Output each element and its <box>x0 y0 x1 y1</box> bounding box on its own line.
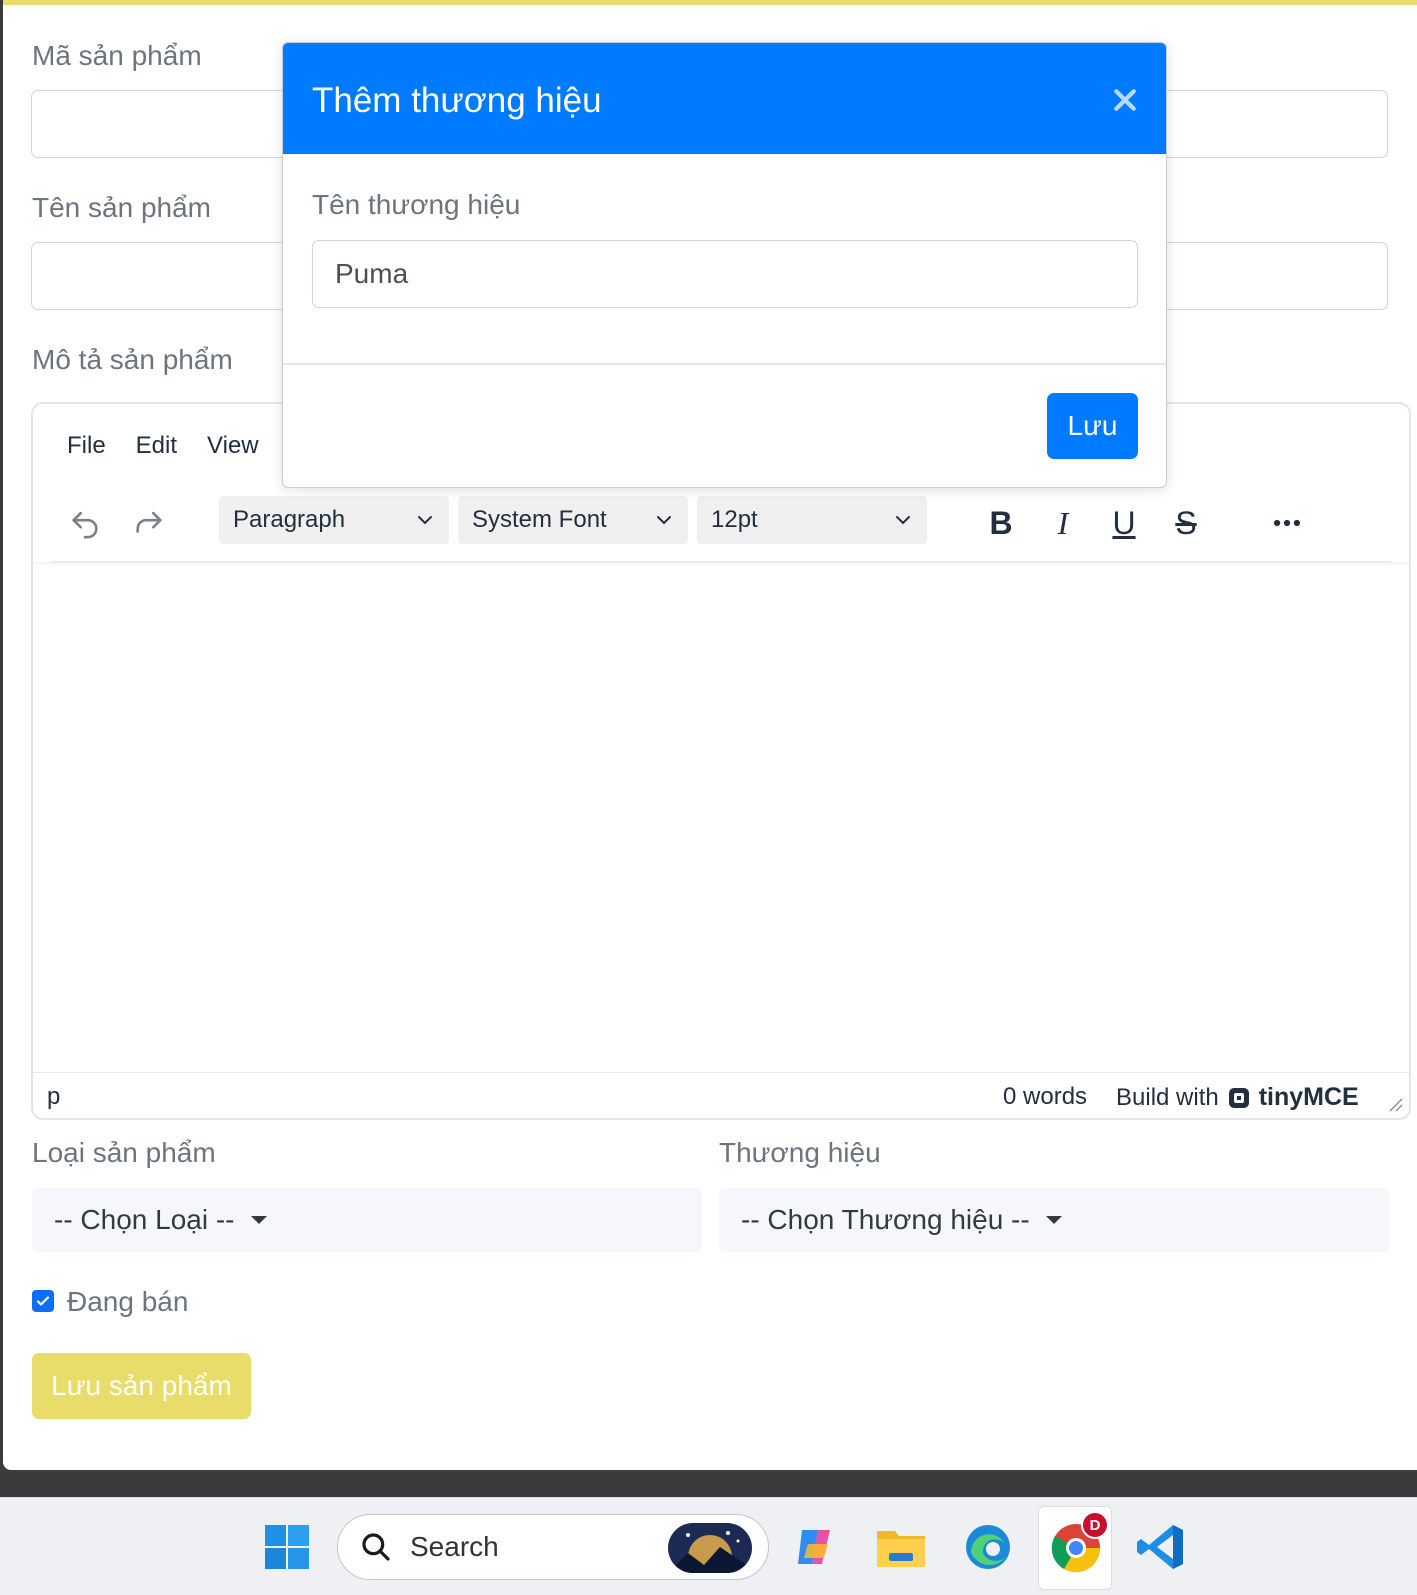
save-product-button[interactable]: Lưu sản phẩm <box>32 1353 251 1419</box>
search-highlight-art-icon <box>668 1523 752 1573</box>
modal-save-button[interactable]: Lưu <box>1047 393 1138 459</box>
bold-button[interactable]: B <box>976 499 1026 547</box>
more-options-icon[interactable] <box>1265 501 1309 545</box>
search-icon <box>362 1533 390 1561</box>
editor-toolbar: Paragraph System Font 12pt B I U S <box>51 496 1391 562</box>
category-selected-value: -- Chọn Loại -- <box>54 1204 235 1235</box>
chevron-down-icon <box>657 516 671 525</box>
block-format-value: Paragraph <box>233 506 346 533</box>
build-with-text: Build with <box>1116 1083 1219 1111</box>
brand-select[interactable]: -- Chọn Thương hiệu -- <box>719 1188 1389 1252</box>
category-label: Loại sản phẩm <box>32 1137 216 1168</box>
chevron-down-icon <box>418 516 432 525</box>
element-path[interactable]: p <box>47 1083 60 1111</box>
modal-title: Thêm thương hiệu <box>312 81 602 120</box>
caret-down-icon <box>1045 1216 1062 1224</box>
rich-text-editor: File Edit View Paragraph System Font 12p… <box>31 402 1411 1120</box>
menu-file[interactable]: File <box>67 432 106 460</box>
category-select[interactable]: -- Chọn Loại -- <box>32 1188 702 1252</box>
file-explorer-icon[interactable] <box>874 1520 928 1574</box>
tinymce-logo-icon <box>1228 1087 1249 1108</box>
tinymce-branding[interactable]: Build with tinyMCE <box>1116 1083 1359 1112</box>
product-description-label: Mô tả sản phẩm <box>32 344 233 375</box>
brand-selected-value: -- Chọn Thương hiệu -- <box>741 1204 1030 1235</box>
edge-browser-icon[interactable] <box>961 1520 1015 1574</box>
brand-name-label: Tên thương hiệu <box>312 189 521 220</box>
menu-view[interactable]: View <box>207 432 259 460</box>
editor-content-area[interactable] <box>33 562 1409 1062</box>
chevron-down-icon <box>896 516 910 525</box>
brand-label: Thương hiệu <box>719 1137 881 1168</box>
underline-button[interactable]: U <box>1099 499 1149 547</box>
editor-menubar: File Edit View <box>67 432 259 460</box>
undo-icon[interactable] <box>63 501 107 545</box>
strikethrough-button[interactable]: S <box>1161 499 1211 547</box>
product-name-label: Tên sản phẩm <box>32 192 211 223</box>
page: Mã sản phẩm Tên sản phẩm Mô tả sản phẩm … <box>0 0 1417 1595</box>
caret-down-icon <box>250 1216 267 1224</box>
menu-edit[interactable]: Edit <box>136 432 177 460</box>
modal-header: Thêm thương hiệu <box>283 43 1166 154</box>
checkmark-icon <box>36 1296 50 1306</box>
resize-handle-icon[interactable] <box>1387 1096 1403 1112</box>
search-label: Search <box>410 1531 499 1562</box>
editor-statusbar: p 0 words Build with tinyMCE <box>33 1072 1409 1118</box>
product-code-label: Mã sản phẩm <box>32 40 202 71</box>
on-sale-label[interactable]: Đang bán <box>67 1286 188 1318</box>
chrome-active-tile[interactable]: D <box>1038 1506 1112 1590</box>
on-sale-checkbox[interactable] <box>32 1290 54 1312</box>
close-icon[interactable] <box>1110 85 1140 115</box>
top-accent-bar <box>3 0 1417 5</box>
vscode-icon[interactable] <box>1134 1520 1188 1574</box>
word-count[interactable]: 0 words <box>1003 1083 1087 1111</box>
block-format-select[interactable]: Paragraph <box>219 496 449 544</box>
font-family-select[interactable]: System Font <box>458 496 688 544</box>
taskbar-search[interactable]: Search <box>337 1514 769 1580</box>
brand-name-input[interactable] <box>312 240 1138 308</box>
chrome-profile-badge: D <box>1081 1511 1109 1539</box>
font-size-value: 12pt <box>711 506 758 533</box>
font-family-value: System Font <box>472 506 607 533</box>
redo-icon[interactable] <box>127 501 171 545</box>
windows-start-icon[interactable] <box>260 1520 314 1574</box>
modal-footer-divider <box>283 363 1166 365</box>
font-size-select[interactable]: 12pt <box>697 496 927 544</box>
italic-button[interactable]: I <box>1038 499 1088 547</box>
add-brand-modal: Thêm thương hiệu Tên thương hiệu Lưu <box>282 42 1167 488</box>
windows-taskbar: Search D <box>0 1497 1417 1595</box>
tinymce-brand-name: tinyMCE <box>1258 1083 1359 1111</box>
copilot-icon[interactable] <box>788 1520 842 1574</box>
